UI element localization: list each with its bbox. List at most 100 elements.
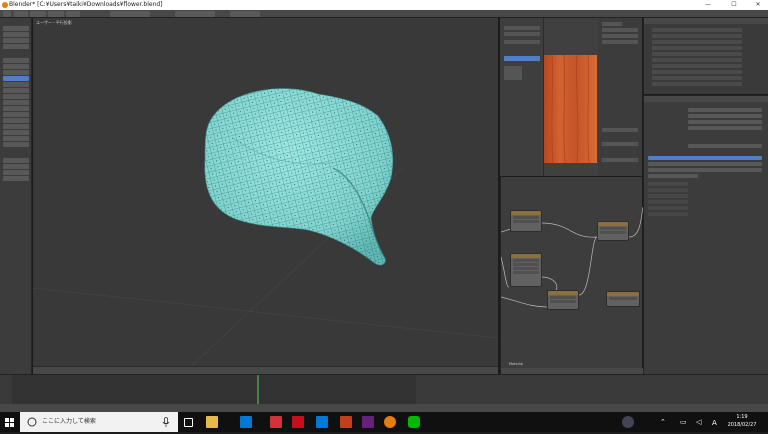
tool-button[interactable] bbox=[3, 82, 29, 87]
chevron-up-icon[interactable]: ⌃ bbox=[660, 418, 666, 426]
panel-header[interactable] bbox=[648, 188, 688, 192]
property-field[interactable] bbox=[688, 126, 762, 130]
minimize-button[interactable]: — bbox=[698, 0, 718, 10]
panel-header[interactable] bbox=[648, 194, 688, 198]
user-avatar-icon[interactable] bbox=[622, 416, 634, 428]
outliner-row[interactable] bbox=[652, 58, 742, 62]
image-prop-field[interactable] bbox=[602, 158, 638, 162]
tool-button[interactable] bbox=[3, 94, 29, 99]
tool-button[interactable] bbox=[3, 136, 29, 141]
menu-render[interactable] bbox=[30, 11, 46, 17]
petal-mesh[interactable] bbox=[33, 18, 498, 374]
tool-button[interactable] bbox=[3, 88, 29, 93]
line-icon[interactable] bbox=[408, 416, 420, 428]
tool-button[interactable] bbox=[3, 44, 29, 49]
tool-button[interactable] bbox=[3, 100, 29, 105]
image-prop-field[interactable] bbox=[602, 22, 622, 26]
microphone-icon[interactable] bbox=[162, 417, 170, 427]
property-field[interactable] bbox=[688, 114, 762, 118]
ime-indicator[interactable]: A bbox=[712, 419, 717, 427]
vscode-icon[interactable] bbox=[316, 416, 328, 428]
property-field[interactable] bbox=[688, 120, 762, 124]
property-field[interactable] bbox=[648, 168, 762, 172]
tool-button[interactable] bbox=[3, 26, 29, 31]
outliner[interactable] bbox=[643, 18, 768, 94]
node-editor[interactable]: Material bbox=[500, 177, 643, 374]
app-icon[interactable] bbox=[270, 416, 282, 428]
property-field[interactable] bbox=[648, 162, 762, 166]
tool-button[interactable] bbox=[3, 58, 29, 63]
tool-button[interactable] bbox=[3, 32, 29, 37]
menu-window[interactable] bbox=[48, 11, 64, 17]
image-prop-field[interactable] bbox=[602, 128, 638, 132]
outliner-row[interactable] bbox=[652, 76, 742, 80]
outliner-row[interactable] bbox=[652, 70, 742, 74]
tool-button[interactable] bbox=[3, 170, 29, 175]
tool-button[interactable] bbox=[3, 142, 29, 147]
timeline[interactable] bbox=[0, 374, 768, 405]
network-icon[interactable]: ▭ bbox=[680, 418, 687, 426]
tool-button[interactable] bbox=[3, 176, 29, 181]
app-icon[interactable] bbox=[292, 416, 304, 428]
sidebar-field[interactable] bbox=[504, 32, 540, 36]
panel-header[interactable] bbox=[648, 206, 688, 210]
image-prop-field[interactable] bbox=[602, 142, 638, 146]
menu-file[interactable] bbox=[14, 11, 28, 17]
tool-button[interactable] bbox=[3, 118, 29, 123]
shader-node[interactable] bbox=[597, 221, 629, 241]
store-icon[interactable] bbox=[240, 416, 252, 428]
tool-button[interactable] bbox=[3, 70, 29, 75]
panel-header[interactable] bbox=[648, 212, 688, 216]
3d-viewport[interactable]: ユーザー・平行投影 (172) petal_dtrnsmr_to_plane_c… bbox=[33, 18, 498, 374]
panel-header[interactable] bbox=[648, 200, 688, 204]
tool-button[interactable] bbox=[3, 106, 29, 111]
tool-button[interactable] bbox=[3, 38, 29, 43]
maximize-button[interactable]: ☐ bbox=[724, 0, 744, 10]
outliner-row[interactable] bbox=[652, 40, 742, 44]
scene-selector[interactable] bbox=[175, 11, 215, 17]
blender-taskbar-icon[interactable] bbox=[384, 416, 396, 428]
properties-tabs[interactable] bbox=[644, 96, 768, 102]
shader-node[interactable] bbox=[510, 253, 542, 287]
outliner-row[interactable] bbox=[652, 34, 742, 38]
taskbar-search-box[interactable]: ここに入力して検索 bbox=[20, 412, 178, 432]
menu-help[interactable] bbox=[66, 11, 80, 17]
task-view-icon[interactable] bbox=[184, 418, 193, 427]
shader-node[interactable] bbox=[510, 210, 542, 232]
property-field[interactable] bbox=[688, 108, 762, 112]
tool-button[interactable] bbox=[3, 158, 29, 163]
outliner-row[interactable] bbox=[652, 52, 742, 56]
sidebar-tab-active[interactable] bbox=[504, 56, 540, 61]
image-prop-field[interactable] bbox=[602, 28, 638, 32]
tool-button-active[interactable] bbox=[3, 76, 29, 81]
taskbar-clock[interactable]: 1:19 2018/02/27 bbox=[722, 413, 762, 431]
close-button[interactable]: ✕ bbox=[748, 0, 768, 10]
powerpoint-icon[interactable] bbox=[340, 416, 352, 428]
shader-node[interactable] bbox=[547, 290, 579, 310]
image-prop-field[interactable] bbox=[602, 40, 638, 44]
outliner-row[interactable] bbox=[652, 28, 742, 32]
image-prop-field[interactable] bbox=[602, 34, 638, 38]
sidebar-field[interactable] bbox=[504, 26, 540, 30]
volume-icon[interactable]: ◁ bbox=[696, 418, 701, 426]
outliner-row[interactable] bbox=[652, 46, 742, 50]
render-engine-selector[interactable] bbox=[230, 11, 260, 17]
tool-button[interactable] bbox=[3, 64, 29, 69]
tool-button[interactable] bbox=[3, 164, 29, 169]
tool-button[interactable] bbox=[3, 112, 29, 117]
property-field[interactable] bbox=[688, 144, 762, 148]
outliner-row[interactable] bbox=[652, 64, 742, 68]
material-output-node[interactable] bbox=[606, 291, 640, 307]
property-field[interactable] bbox=[648, 174, 698, 178]
start-button[interactable] bbox=[0, 412, 20, 432]
visual-studio-icon[interactable] bbox=[362, 416, 374, 428]
file-explorer-icon[interactable] bbox=[206, 416, 218, 428]
tool-button[interactable] bbox=[3, 124, 29, 129]
panel-header[interactable] bbox=[648, 182, 688, 186]
sidebar-field[interactable] bbox=[504, 40, 540, 44]
layout-selector[interactable] bbox=[110, 11, 150, 17]
outliner-row[interactable] bbox=[652, 82, 742, 86]
property-slider[interactable] bbox=[648, 156, 762, 160]
editor-type-menu[interactable] bbox=[3, 11, 11, 17]
tool-button[interactable] bbox=[3, 130, 29, 135]
